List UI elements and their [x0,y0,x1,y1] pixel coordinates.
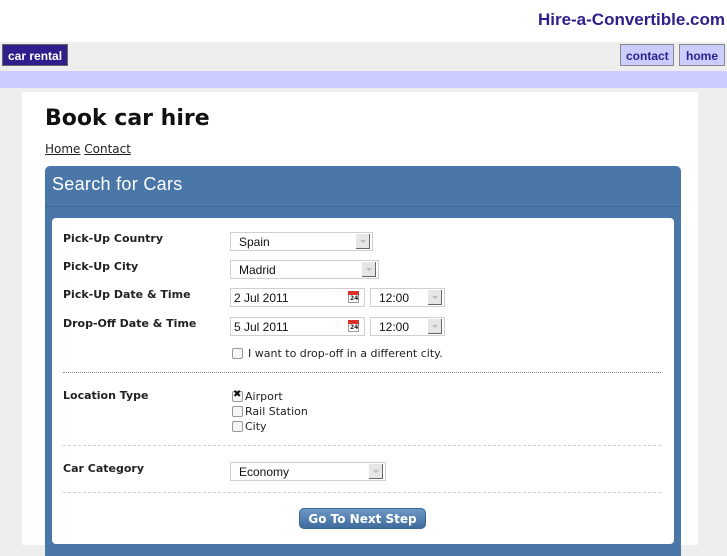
pickup-datetime-label: Pick-Up Date & Time [63,288,191,301]
chevron-down-icon[interactable] [428,319,442,334]
pickup-time-value: 12:00 [379,291,410,305]
dropoff-time-select[interactable]: 12:00 [370,317,445,336]
breadcrumb: Home Contact [45,142,131,156]
site-header: Hire-a-Convertible.com [0,0,727,42]
panel-title: Search for Cars [52,174,183,194]
location-city-checkbox[interactable] [232,421,243,432]
pickup-city-label: Pick-Up City [63,260,139,273]
pickup-time-select[interactable]: 12:00 [370,288,445,307]
nav-strip [0,71,727,88]
location-airport-label: Airport [245,390,283,403]
breadcrumb-home-link[interactable]: Home [45,142,80,156]
nav-car-rental-button[interactable]: car rental [2,44,69,66]
chevron-down-icon[interactable] [428,290,442,305]
chevron-down-icon[interactable] [369,464,383,479]
search-panel: Search for Cars Pick-Up Country Spain Pi… [45,166,681,556]
car-category-select[interactable]: Economy [230,462,386,481]
dropoff-datetime-label: Drop-Off Date & Time [63,317,197,330]
page-title: Book car hire [45,106,210,131]
location-rail-station-checkbox[interactable] [232,406,243,417]
nav-bar: car rental contact home [0,42,727,71]
main-content: Book car hire Home Contact Search for Ca… [22,92,698,556]
calendar-icon[interactable]: 24 [348,320,359,332]
section-divider [63,372,661,373]
different-city-checkbox[interactable] [232,348,243,359]
breadcrumb-contact-link[interactable]: Contact [84,142,131,156]
pickup-city-value: Madrid [239,263,276,277]
location-airport-checkbox[interactable] [232,389,243,402]
chevron-down-icon[interactable] [362,262,376,277]
site-title[interactable]: Hire-a-Convertible.com [538,10,725,30]
next-step-button[interactable]: Go To Next Step [299,508,426,529]
car-category-label: Car Category [63,462,144,475]
chevron-down-icon[interactable] [356,234,370,249]
pickup-date-input[interactable]: 2 Jul 2011 [230,288,365,307]
car-category-value: Economy [239,465,290,479]
section-divider [63,492,661,493]
location-city-label: City [245,420,267,433]
dropoff-time-value: 12:00 [379,320,410,334]
calendar-icon[interactable]: 24 [348,291,359,303]
dropoff-date-input[interactable]: 5 Jul 2011 [230,317,365,336]
pickup-country-label: Pick-Up Country [63,232,164,245]
panel-divider [45,206,681,207]
section-divider [63,445,661,446]
search-form: Pick-Up Country Spain Pick-Up City Madri… [52,218,674,544]
location-rail-station-label: Rail Station [245,405,308,418]
pickup-country-select[interactable]: Spain [230,232,373,251]
nav-home-button[interactable]: home [679,44,725,66]
location-type-label: Location Type [63,389,149,402]
pickup-country-value: Spain [239,235,270,249]
different-city-label: I want to drop-off in a different city. [248,347,443,360]
nav-contact-button[interactable]: contact [620,44,674,66]
pickup-city-select[interactable]: Madrid [230,260,379,279]
